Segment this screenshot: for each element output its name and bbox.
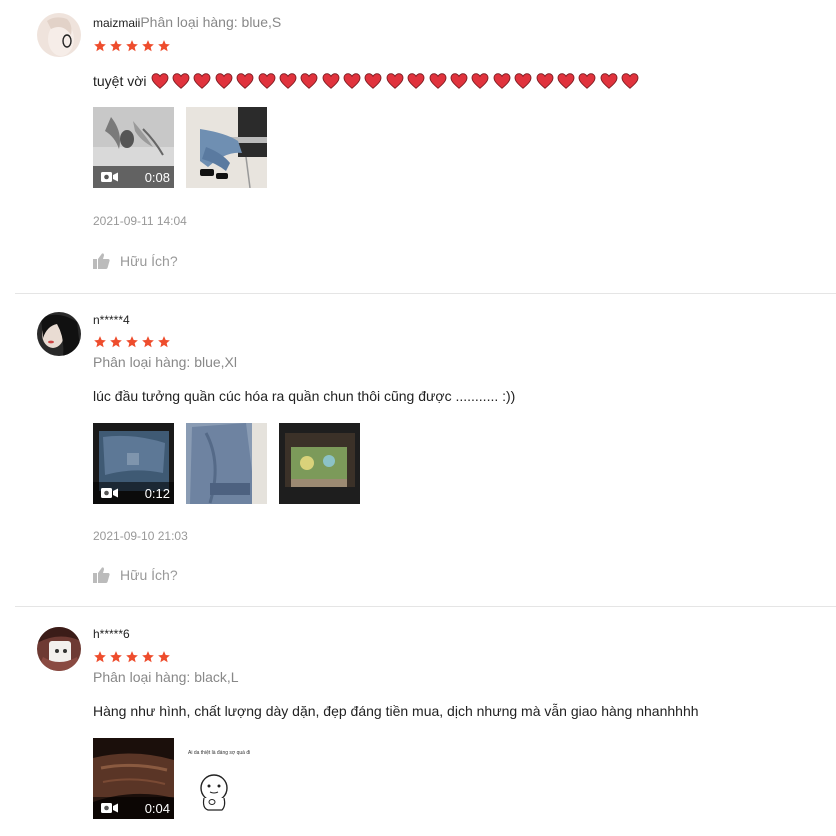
avatar[interactable] — [37, 312, 81, 356]
heart-icon — [407, 73, 425, 89]
video-camera-icon — [101, 172, 118, 182]
star-icon — [158, 336, 170, 348]
star-icon — [110, 40, 122, 52]
review-comment: Hàng như hình, chất lượng dày dặn, đẹp đ… — [93, 703, 699, 719]
star-rating — [93, 39, 171, 53]
helpful-label: Hữu Ích? — [120, 567, 178, 583]
heart-icon — [300, 73, 318, 89]
video-thumbnail[interactable]: 0:08 — [93, 107, 174, 188]
review-media: 0:08 — [93, 107, 267, 188]
variation-label: Phân loại hàng: blue,S — [140, 14, 282, 30]
image-thumbnail[interactable] — [186, 423, 267, 504]
review-media: 0:04 Ái da thiệt là đáng sợ quá đi — [93, 738, 267, 819]
review-comment: lúc đầu tưởng quần cúc hóa ra quần chun … — [93, 388, 516, 404]
reviewer-name[interactable]: n*****4 — [93, 313, 130, 327]
heart-icon — [386, 73, 404, 89]
star-icon — [158, 651, 170, 663]
heart-icon — [279, 73, 297, 89]
star-icon — [110, 651, 122, 663]
helpful-button[interactable]: Hữu Ích? — [93, 253, 178, 269]
video-camera-icon — [101, 803, 118, 813]
heart-icon — [172, 73, 190, 89]
video-duration: 0:04 — [144, 800, 170, 816]
star-icon — [142, 40, 154, 52]
image-thumbnail[interactable] — [186, 107, 267, 188]
heart-icon — [236, 73, 254, 89]
star-icon — [142, 336, 154, 348]
video-duration-bar: 0:04 — [93, 797, 174, 819]
avatar[interactable] — [37, 627, 81, 671]
star-icon — [94, 336, 106, 348]
star-rating — [93, 335, 171, 349]
heart-emoji-row — [151, 73, 640, 89]
reviewer-name-line: maizmaiiPhân loại hàng: blue,S — [93, 14, 281, 30]
video-camera-icon — [101, 488, 118, 498]
review-media: 0:12 — [93, 423, 360, 504]
star-icon — [126, 651, 138, 663]
variation-label: Phân loại hàng: black,L — [93, 669, 239, 685]
heart-icon — [514, 73, 532, 89]
star-icon — [126, 336, 138, 348]
review-date: 2021-09-10 21:03 — [93, 529, 188, 543]
heart-icon — [322, 73, 340, 89]
video-thumbnail[interactable]: 0:04 — [93, 738, 174, 819]
helpful-button[interactable]: Hữu Ích? — [93, 567, 178, 583]
heart-icon — [471, 73, 489, 89]
review-date: 2021-09-11 14:04 — [93, 214, 187, 228]
heart-icon — [429, 73, 447, 89]
video-duration-bar: 0:08 — [93, 166, 174, 188]
video-thumbnail[interactable]: 0:12 — [93, 423, 174, 504]
image-thumbnail[interactable] — [279, 423, 360, 504]
review-comment: tuyệt vời — [93, 73, 639, 89]
image-thumbnail[interactable]: Ái da thiệt là đáng sợ quá đi — [186, 738, 267, 819]
heart-icon — [557, 73, 575, 89]
star-icon — [110, 336, 122, 348]
video-duration: 0:08 — [144, 169, 170, 185]
star-icon — [158, 40, 170, 52]
heart-icon — [151, 73, 168, 89]
video-duration-bar: 0:12 — [93, 482, 174, 504]
heart-icon — [450, 73, 468, 89]
star-icon — [94, 40, 106, 52]
review-divider — [15, 606, 836, 607]
heart-icon — [600, 73, 618, 89]
heart-icon — [258, 73, 275, 89]
variation-label: Phân loại hàng: blue,Xl — [93, 354, 237, 370]
thumbs-up-icon — [93, 567, 110, 583]
heart-icon — [578, 73, 596, 89]
comment-text: tuyệt vời — [93, 73, 147, 89]
reviewer-name[interactable]: h*****6 — [93, 627, 130, 641]
heart-icon — [215, 73, 233, 89]
star-rating — [93, 650, 171, 664]
star-icon — [142, 651, 154, 663]
heart-icon — [536, 73, 554, 89]
sticker-image — [200, 774, 228, 811]
heart-icon — [621, 73, 639, 89]
video-duration: 0:12 — [144, 485, 170, 501]
heart-icon — [343, 73, 361, 89]
star-icon — [126, 40, 138, 52]
reviewer-name[interactable]: maizmaii — [93, 16, 140, 30]
helpful-label: Hữu Ích? — [120, 253, 178, 269]
review-divider — [15, 293, 836, 294]
avatar[interactable] — [37, 13, 81, 57]
thumbs-up-icon — [93, 253, 110, 269]
heart-icon — [493, 73, 511, 89]
heart-icon — [193, 73, 211, 89]
star-icon — [94, 651, 106, 663]
heart-icon — [365, 73, 382, 89]
